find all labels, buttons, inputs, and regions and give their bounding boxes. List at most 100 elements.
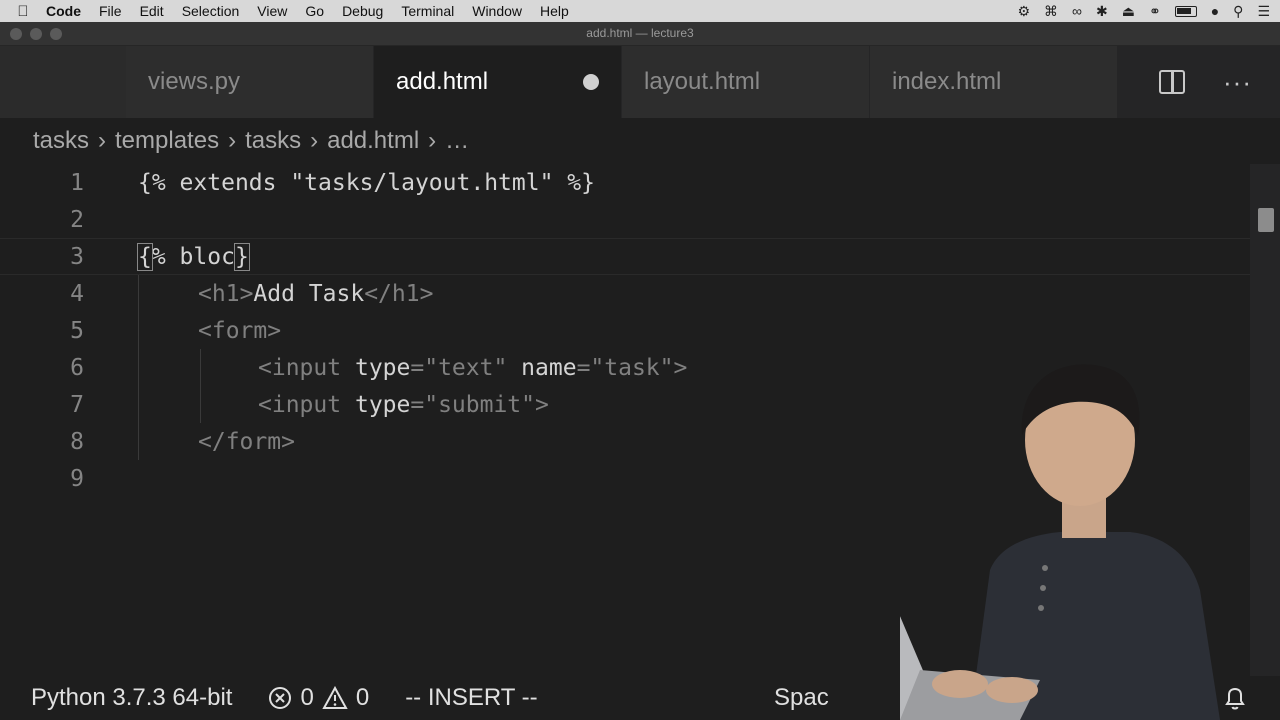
html-bracket: > bbox=[267, 317, 282, 344]
line-number: 3 bbox=[70, 243, 84, 270]
breadcrumb-item[interactable]: tasks bbox=[245, 127, 301, 155]
user-icon[interactable]: ● bbox=[1211, 3, 1219, 19]
chevron-right-icon: › bbox=[228, 127, 237, 154]
control-center-icon[interactable]: ☰ bbox=[1257, 3, 1270, 20]
tab-index-html[interactable]: index.html bbox=[870, 46, 1118, 118]
html-bracket: < bbox=[198, 317, 212, 344]
html-tag-name: h1 bbox=[391, 280, 420, 307]
menu-debug[interactable]: Debug bbox=[333, 3, 392, 19]
template-tag-close: %} bbox=[553, 169, 595, 196]
warning-count: 0 bbox=[355, 684, 370, 711]
menu-window[interactable]: Window bbox=[463, 3, 531, 19]
breadcrumb-item[interactable]: add.html bbox=[327, 127, 419, 155]
line-number: 7 bbox=[70, 391, 84, 418]
more-actions-icon[interactable]: ··· bbox=[1223, 67, 1252, 98]
menu-file[interactable]: File bbox=[90, 3, 131, 19]
tab-label: views.py bbox=[148, 68, 241, 95]
html-equals: = bbox=[576, 354, 591, 381]
line-number: 1 bbox=[70, 169, 84, 196]
presenter-video-overlay bbox=[900, 364, 1220, 720]
code-line[interactable]: 2 bbox=[0, 201, 1250, 238]
menu-bar-tray: ⚙ ⌘ ∞ ✱ ⏏ ⚭ ● ⚲ ☰ bbox=[1017, 0, 1270, 22]
scrollbar-thumb[interactable] bbox=[1258, 208, 1274, 232]
menu-selection[interactable]: Selection bbox=[173, 3, 249, 19]
html-tag-name: h1 bbox=[211, 280, 240, 307]
activity-bar bbox=[0, 46, 126, 118]
line-number: 6 bbox=[70, 354, 84, 381]
html-tag-name: input bbox=[271, 391, 342, 418]
html-attribute-value: "text" bbox=[424, 354, 508, 381]
eject-icon[interactable]: ⏏ bbox=[1122, 3, 1135, 20]
html-bracket: > bbox=[281, 428, 295, 455]
tab-add-html[interactable]: add.html bbox=[374, 46, 622, 118]
tab-label: add.html bbox=[396, 68, 489, 95]
menu-go[interactable]: Go bbox=[296, 3, 333, 19]
battery-icon[interactable] bbox=[1174, 5, 1197, 17]
html-text: Add Task bbox=[253, 280, 365, 307]
html-bracket: < bbox=[258, 354, 272, 381]
line-number: 2 bbox=[70, 206, 84, 233]
html-attribute: type bbox=[354, 354, 411, 381]
problems-indicator[interactable]: 0 0 bbox=[268, 684, 369, 712]
code-line[interactable]: 4 <h1>Add Task</h1> bbox=[0, 275, 1250, 312]
x-circle-icon bbox=[269, 687, 292, 709]
code-text: {% extends "tasks/layout.html" %} bbox=[138, 170, 595, 196]
warning-triangle-icon bbox=[322, 686, 348, 709]
code-text: <h1>Add Task</h1> bbox=[198, 281, 433, 307]
html-tag-name: input bbox=[271, 354, 342, 381]
breadcrumb-item[interactable]: templates bbox=[115, 127, 219, 155]
code-text: <form> bbox=[198, 318, 281, 344]
breadcrumb-item[interactable]: tasks bbox=[33, 127, 89, 155]
indentation-setting[interactable]: Spac bbox=[774, 684, 829, 712]
line-number: 8 bbox=[70, 428, 84, 455]
template-text: % bloc bbox=[151, 243, 235, 270]
vim-mode: -- INSERT -- bbox=[405, 684, 538, 711]
chevron-right-icon: › bbox=[98, 127, 107, 154]
text-cursor: } bbox=[233, 242, 250, 271]
python-interpreter[interactable]: Python 3.7.3 64-bit bbox=[31, 684, 232, 712]
unsaved-dot-icon[interactable] bbox=[583, 74, 599, 90]
tab-label: index.html bbox=[892, 68, 1002, 95]
sweater-button bbox=[1042, 565, 1048, 571]
html-attribute-value: "task" bbox=[590, 354, 674, 381]
chevron-right-icon: › bbox=[310, 127, 319, 154]
code-line[interactable]: 1 {% extends "tasks/layout.html" %} bbox=[0, 164, 1250, 201]
menu-terminal[interactable]: Terminal bbox=[392, 3, 463, 19]
presenter-hand bbox=[932, 670, 988, 698]
menu-view[interactable]: View bbox=[248, 3, 296, 19]
code-text: {% bloc} bbox=[137, 242, 250, 271]
menu-help[interactable]: Help bbox=[531, 3, 578, 19]
tab-views-py[interactable]: views.py bbox=[126, 46, 374, 118]
apple-icon[interactable]:  bbox=[0, 3, 32, 20]
editor-tab-bar: views.py add.html layout.html index.html… bbox=[126, 46, 1280, 118]
template-keyword: extends bbox=[165, 169, 291, 196]
code-text: </form> bbox=[198, 429, 295, 455]
sweater-button bbox=[1040, 585, 1046, 591]
code-line-current[interactable]: 3 {% bloc} bbox=[0, 238, 1250, 275]
template-tag-open: {% bbox=[138, 169, 166, 196]
split-editor-icon[interactable] bbox=[1159, 70, 1186, 94]
html-bracket: > bbox=[535, 391, 549, 418]
wifi-icon[interactable]: ⚭ bbox=[1149, 3, 1161, 20]
line-number: 5 bbox=[70, 317, 84, 344]
window-title: add.html — lecture3 bbox=[586, 26, 694, 40]
window-title-bar: add.html — lecture3 bbox=[0, 22, 1280, 46]
docker-icon[interactable]: ⚙ bbox=[1017, 3, 1030, 20]
html-attribute: name bbox=[521, 354, 577, 381]
html-attribute: type bbox=[354, 391, 411, 418]
glasses-icon[interactable]: ∞ bbox=[1072, 3, 1082, 19]
code-text: <input type="submit"> bbox=[258, 392, 549, 418]
html-bracket: < bbox=[198, 280, 212, 307]
line-number: 9 bbox=[70, 465, 84, 492]
menu-app-name[interactable]: Code bbox=[32, 3, 90, 19]
breadcrumb-item[interactable]: … bbox=[445, 127, 469, 155]
tab-layout-html[interactable]: layout.html bbox=[622, 46, 870, 118]
html-tag-name: form bbox=[225, 428, 282, 455]
template-brace: { bbox=[137, 242, 153, 271]
bluetooth-icon[interactable]: ✱ bbox=[1096, 3, 1108, 20]
menu-edit[interactable]: Edit bbox=[131, 3, 173, 19]
spotlight-search-icon[interactable]: ⚲ bbox=[1233, 3, 1243, 20]
html-bracket: > bbox=[673, 354, 688, 381]
breadcrumb: tasks › templates › tasks › add.html › … bbox=[0, 118, 1280, 164]
command-icon[interactable]: ⌘ bbox=[1044, 3, 1058, 20]
